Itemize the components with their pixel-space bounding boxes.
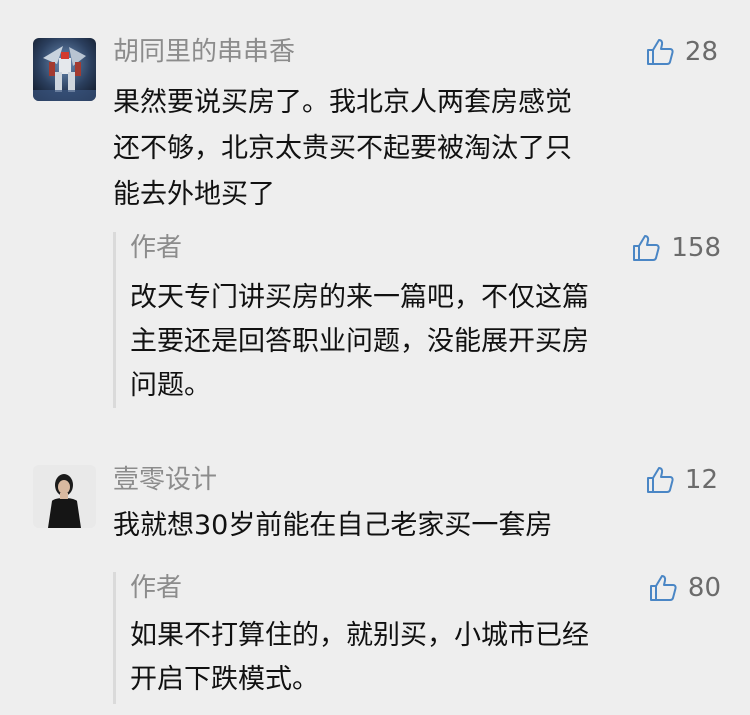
comment-text-line: 还不够，北京太贵买不起要被淘汰了只 [113,133,572,164]
like-count: 12 [684,465,718,495]
avatar-robot-image [33,38,96,101]
reply-text: 改天专门讲买房的来一篇吧，不仅这篇 主要还是回答职业问题，没能展开买房 问题。 [130,276,710,408]
reply-text-line: 开启下跌模式。 [130,664,319,695]
comment-text-line: 我就想30岁前能在自己老家买一套房 [113,510,553,541]
like-button[interactable]: 12 [645,464,718,496]
comment-text-line: 果然要说买房了。我北京人两套房感觉 [113,87,572,118]
thumbs-up-icon [631,233,661,263]
reply-text-line: 主要还是回答职业问题，没能展开买房 [130,326,589,357]
thumbs-up-icon [645,465,675,495]
thumbs-up-icon [645,37,675,67]
like-count: 158 [671,233,721,263]
author-reply: 作者 80 如果不打算住的，就别买，小城市已经 开启下跌模式。 [113,572,721,704]
avatar[interactable] [33,465,96,528]
like-button[interactable]: 28 [645,36,718,68]
like-button[interactable]: 80 [648,572,721,604]
reply-text-line: 问题。 [130,370,211,401]
comment-nickname[interactable]: 壹零设计 [113,464,217,496]
reply-text-line: 改天专门讲买房的来一篇吧，不仅这篇 [130,282,589,313]
comment-text-line: 能去外地买了 [113,179,275,210]
comment-text: 果然要说买房了。我北京人两套房感觉 还不够，北京太贵买不起要被淘汰了只 能去外地… [113,80,713,218]
reply-author-label: 作者 [130,233,183,263]
like-count: 80 [687,573,721,603]
avatar[interactable] [33,38,96,101]
comment-text: 我就想30岁前能在自己老家买一套房 [113,503,713,549]
like-button[interactable]: 158 [631,232,721,264]
reply-text: 如果不打算住的，就别买，小城市已经 开启下跌模式。 [130,614,710,702]
reply-author-label: 作者 [130,573,183,603]
reply-text-line: 如果不打算住的，就别买，小城市已经 [130,620,589,651]
like-count: 28 [684,37,718,67]
thumbs-up-icon [648,573,678,603]
author-reply: 作者 158 改天专门讲买房的来一篇吧，不仅这篇 主要还是回答职业问题，没能展开… [113,232,721,408]
comment-nickname[interactable]: 胡同里的串串香 [113,36,295,68]
avatar-person-image [33,465,96,528]
